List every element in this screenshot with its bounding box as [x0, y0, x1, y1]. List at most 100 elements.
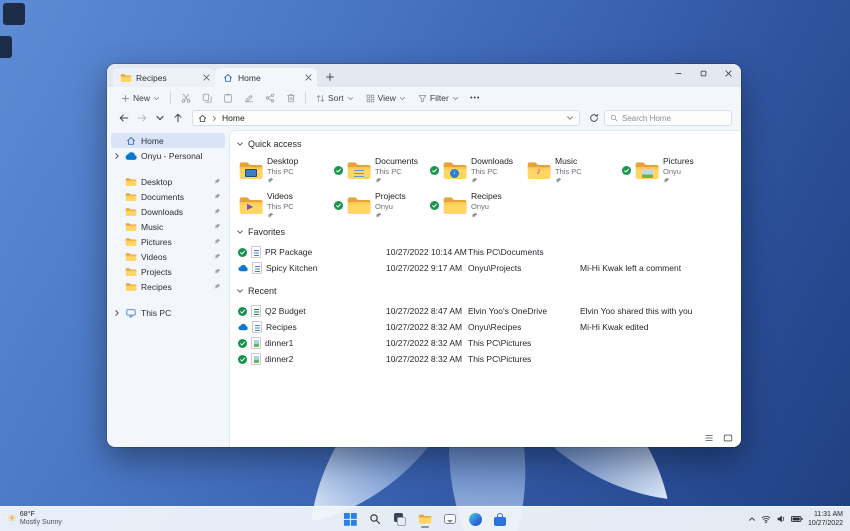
task-view-button[interactable] — [392, 511, 408, 528]
quick-access-tile[interactable]: Desktop This PC — [236, 154, 332, 186]
search-input[interactable] — [622, 113, 726, 123]
refresh-button[interactable] — [586, 110, 602, 126]
close-button[interactable] — [716, 64, 741, 83]
details-view-toggle[interactable] — [704, 433, 714, 443]
view-button[interactable]: View — [361, 91, 411, 105]
sidebar-item-projects[interactable]: Projects — [111, 264, 225, 279]
chevron-down-icon — [347, 95, 354, 102]
pin-icon — [267, 212, 274, 219]
file-activity: Elvin Yoo shared this with you — [580, 306, 693, 316]
quick-access-tile[interactable]: Videos This PC — [236, 189, 332, 221]
navigation-pane: Home Onyu - Personal Desktop Documents D… — [107, 130, 229, 447]
start-button[interactable] — [342, 511, 358, 528]
pin-icon — [214, 238, 221, 245]
file-row[interactable]: PR Package 10/27/2022 10:14 AM This PC\D… — [236, 244, 741, 260]
recent-list: Q2 Budget 10/27/2022 8:47 AM Elvin Yoo's… — [236, 303, 741, 367]
file-row[interactable]: dinner2 10/27/2022 8:32 AM This PC\Pictu… — [236, 351, 741, 367]
file-row[interactable]: Recipes 10/27/2022 8:32 AM Onyu\Recipes … — [236, 319, 741, 335]
minimize-button[interactable] — [666, 64, 691, 83]
file-activity: Mi-Hi Kwak edited — [580, 322, 649, 332]
quick-access-tile[interactable]: Recipes Onyu — [428, 189, 524, 221]
back-button[interactable] — [116, 110, 132, 126]
section-header-favorites[interactable]: Favorites — [236, 225, 741, 239]
edge-button[interactable] — [467, 511, 483, 528]
rename-button[interactable] — [239, 90, 258, 106]
new-button[interactable]: New — [116, 91, 165, 105]
file-location: Onyu\Projects — [468, 263, 522, 273]
volume-icon[interactable] — [776, 514, 786, 524]
section-header-quick-access[interactable]: Quick access — [236, 137, 741, 151]
breadcrumb[interactable]: Home — [192, 110, 580, 126]
breadcrumb-location: Home — [222, 113, 245, 123]
file-location: This PC\Pictures — [468, 354, 532, 364]
chevron-down-icon — [236, 228, 244, 236]
folder-icon — [125, 267, 137, 277]
quick-access-tile[interactable]: Pictures Onyu — [620, 154, 716, 186]
sidebar-item-home[interactable]: Home — [111, 133, 225, 148]
file-row[interactable]: dinner1 10/27/2022 8:32 AM This PC\Pictu… — [236, 335, 741, 351]
new-tab-button[interactable] — [325, 72, 335, 82]
file-location: This PC\Pictures — [468, 338, 532, 348]
delete-button[interactable] — [281, 90, 300, 106]
file-explorer-button[interactable] — [417, 511, 433, 528]
store-button[interactable] — [492, 511, 508, 528]
filter-button[interactable]: Filter — [413, 91, 464, 105]
sidebar-item-desktop[interactable]: Desktop — [111, 174, 225, 189]
battery-icon[interactable] — [791, 514, 803, 524]
quick-access-tile[interactable]: Downloads This PC — [428, 154, 524, 186]
file-location: This PC\Documents — [468, 247, 544, 257]
quick-access-tile[interactable]: Projects Onyu — [332, 189, 428, 221]
sort-button[interactable]: Sort — [311, 91, 359, 105]
quick-access-tile[interactable]: Music This PC — [524, 154, 620, 186]
onedrive-cloud-icon — [125, 151, 137, 161]
file-row[interactable]: Q2 Budget 10/27/2022 8:47 AM Elvin Yoo's… — [236, 303, 741, 319]
sidebar-item-music[interactable]: Music — [111, 219, 225, 234]
cut-button[interactable] — [176, 90, 195, 106]
sidebar-item-pictures[interactable]: Pictures — [111, 234, 225, 249]
search-button[interactable] — [367, 511, 383, 528]
file-name: PR Package — [265, 247, 313, 257]
up-button[interactable] — [170, 110, 186, 126]
pin-icon — [471, 212, 478, 219]
sidebar-item-videos[interactable]: Videos — [111, 249, 225, 264]
maximize-button[interactable] — [691, 64, 716, 83]
sidebar-item-recipes[interactable]: Recipes — [111, 279, 225, 294]
paste-button[interactable] — [218, 90, 237, 106]
chat-bubble-icon — [444, 514, 456, 524]
chat-button[interactable] — [442, 511, 458, 528]
close-tab-icon[interactable] — [202, 73, 211, 82]
chevron-right-icon[interactable] — [113, 152, 121, 160]
tray-chevron-up-icon[interactable] — [748, 515, 756, 523]
taskbar-clock[interactable]: 11:31 AM 10/27/2022 — [808, 510, 843, 528]
tab-home[interactable]: Home — [215, 68, 317, 87]
share-button[interactable] — [260, 90, 279, 106]
chevron-right-icon[interactable] — [113, 309, 121, 317]
tab-recipes[interactable]: Recipes — [113, 68, 215, 87]
more-options-button[interactable]: ••• — [466, 90, 485, 106]
quick-access-tile[interactable]: Documents This PC — [332, 154, 428, 186]
thumbnail-view-toggle[interactable] — [723, 433, 733, 443]
store-bag-icon — [494, 512, 506, 526]
weather-widget[interactable]: ☀ 68°F Mostly Sunny — [2, 507, 67, 531]
desktop-shortcut-icon[interactable] — [3, 3, 25, 25]
recent-locations-button[interactable] — [152, 110, 168, 126]
sync-status-icon — [430, 200, 439, 210]
desktop-shortcut-icon[interactable] — [0, 36, 12, 58]
monitor-emblem-icon — [245, 168, 257, 177]
wifi-icon[interactable] — [761, 514, 771, 524]
sidebar-item-documents[interactable]: Documents — [111, 189, 225, 204]
folder-icon — [125, 177, 137, 187]
copy-button[interactable] — [197, 90, 216, 106]
favorites-list: PR Package 10/27/2022 10:14 AM This PC\D… — [236, 244, 741, 276]
sidebar-item-downloads[interactable]: Downloads — [111, 204, 225, 219]
file-row[interactable]: Spicy Kitchen 10/27/2022 9:17 AM Onyu\Pr… — [236, 260, 741, 276]
chevron-down-icon[interactable] — [566, 114, 574, 122]
close-tab-icon[interactable] — [304, 73, 313, 82]
section-header-recent[interactable]: Recent — [236, 284, 741, 298]
sidebar-item-this-pc[interactable]: This PC — [111, 305, 225, 320]
file-explorer-window: Recipes Home New Sort View Filter ••• Ho… — [107, 64, 741, 447]
tray-date: 10/27/2022 — [807, 520, 843, 527]
forward-button[interactable] — [134, 110, 150, 126]
cloud-status-icon — [238, 323, 248, 331]
sidebar-item-onedrive[interactable]: Onyu - Personal — [111, 148, 225, 163]
